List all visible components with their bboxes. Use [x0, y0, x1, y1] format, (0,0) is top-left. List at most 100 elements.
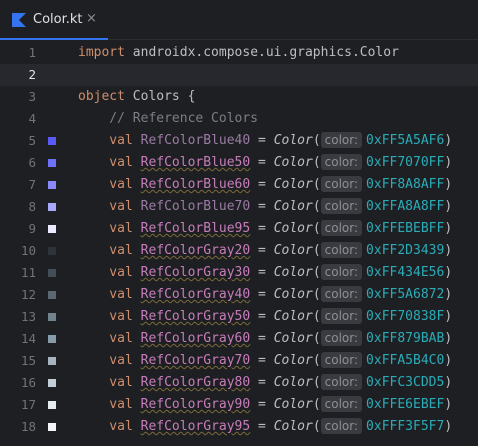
- line-number: 3: [28, 89, 36, 104]
- paren: (: [312, 199, 321, 214]
- property-name[interactable]: RefColorGray60: [141, 331, 251, 346]
- parameter-hint: color:: [320, 374, 363, 390]
- color-swatch[interactable]: [48, 401, 56, 409]
- paren: (: [312, 133, 321, 148]
- hex-value: 0xFFA8A8FF: [366, 199, 445, 214]
- property-name[interactable]: RefColorGray30: [141, 265, 251, 280]
- function-call[interactable]: Color: [274, 419, 313, 434]
- code-line[interactable]: 16 val RefColorGray80 = Color(color: 0xFF…: [0, 372, 478, 394]
- code-editor[interactable]: 1 import androidx.compose.ui.graphics.Col…: [0, 42, 478, 446]
- function-call[interactable]: Color: [274, 221, 313, 236]
- operator: =: [250, 221, 274, 236]
- color-swatch[interactable]: [48, 181, 56, 189]
- property-name[interactable]: RefColorBlue95: [141, 221, 251, 236]
- property-name[interactable]: RefColorGray50: [141, 309, 251, 324]
- property-name[interactable]: RefColorGray20: [141, 243, 251, 258]
- function-call[interactable]: Color: [274, 375, 313, 390]
- function-call[interactable]: Color: [274, 309, 313, 324]
- property-name[interactable]: RefColorBlue40: [141, 133, 251, 148]
- close-icon[interactable]: ×: [86, 11, 97, 26]
- code-line[interactable]: 15 val RefColorGray70 = Color(color: 0xFF…: [0, 350, 478, 372]
- color-swatch[interactable]: [48, 335, 56, 343]
- parameter-hint: color:: [320, 286, 363, 302]
- color-swatch[interactable]: [48, 423, 56, 431]
- paren: ): [444, 155, 453, 170]
- code-text: val RefColorGray30 = Color(color: 0xFF434…: [78, 262, 452, 284]
- paren: ): [444, 177, 453, 192]
- function-call[interactable]: Color: [274, 243, 313, 258]
- property-name[interactable]: RefColorGray40: [141, 287, 251, 302]
- color-swatch[interactable]: [48, 357, 56, 365]
- function-call[interactable]: Color: [274, 397, 313, 412]
- code-line[interactable]: 9 val RefColorBlue95 = Color(color: 0xFFE…: [0, 218, 478, 240]
- code-line[interactable]: 18 val RefColorGray95 = Color(color: 0xFF…: [0, 416, 478, 438]
- code-line[interactable]: 12 val RefColorGray40 = Color(color: 0xFF…: [0, 284, 478, 306]
- keyword: val: [78, 243, 133, 258]
- function-call[interactable]: Color: [274, 331, 313, 346]
- code-text: val RefColorGray80 = Color(color: 0xFFC3C…: [78, 372, 452, 394]
- code-text: val RefColorBlue60 = Color(color: 0xFF8A8…: [78, 174, 452, 196]
- operator: =: [250, 419, 274, 434]
- paren: ): [444, 199, 453, 214]
- line-number: 6: [28, 155, 36, 170]
- color-swatch[interactable]: [48, 159, 56, 167]
- parameter-hint: color:: [320, 242, 363, 258]
- paren: (: [312, 353, 321, 368]
- hex-value: 0xFF8A8AFF: [366, 177, 445, 192]
- code-line[interactable]: 7 val RefColorBlue60 = Color(color: 0xFF8…: [0, 174, 478, 196]
- property-name[interactable]: RefColorGray95: [141, 419, 251, 434]
- property-name[interactable]: RefColorGray70: [141, 353, 251, 368]
- tab-color-kt[interactable]: Color.kt ×: [0, 0, 108, 40]
- property-name[interactable]: RefColorBlue60: [141, 177, 251, 192]
- keyword: val: [78, 133, 133, 148]
- hex-value: 0xFFF3F5F7: [366, 419, 445, 434]
- operator: =: [250, 353, 274, 368]
- keyword: val: [78, 155, 133, 170]
- code-line[interactable]: 8 val RefColorBlue70 = Color(color: 0xFFA…: [0, 196, 478, 218]
- function-call[interactable]: Color: [274, 199, 313, 214]
- code-line[interactable]: 2: [0, 64, 478, 86]
- code-line[interactable]: 11 val RefColorGray30 = Color(color: 0xFF…: [0, 262, 478, 284]
- code-line[interactable]: 4 // Reference Colors: [0, 108, 478, 130]
- function-call[interactable]: Color: [274, 353, 313, 368]
- color-swatch[interactable]: [48, 137, 56, 145]
- paren: (: [312, 155, 321, 170]
- color-swatch[interactable]: [48, 379, 56, 387]
- code-segment: androidx.compose.ui.graphics.Color: [124, 45, 399, 60]
- function-call[interactable]: Color: [274, 287, 313, 302]
- code-line[interactable]: 6 val RefColorBlue50 = Color(color: 0xFF7…: [0, 152, 478, 174]
- code-line[interactable]: 1 import androidx.compose.ui.graphics.Col…: [0, 42, 478, 64]
- code-line[interactable]: 17 val RefColorGray90 = Color(color: 0xFF…: [0, 394, 478, 416]
- function-call[interactable]: Color: [274, 177, 313, 192]
- code-line[interactable]: 10 val RefColorGray20 = Color(color: 0xFF…: [0, 240, 478, 262]
- color-swatch[interactable]: [48, 313, 56, 321]
- code-text: // Reference Colors: [78, 108, 258, 130]
- parameter-hint: color:: [320, 352, 363, 368]
- property-name[interactable]: RefColorGray80: [141, 375, 251, 390]
- code-line[interactable]: 13 val RefColorGray50 = Color(color: 0xFF…: [0, 306, 478, 328]
- function-call[interactable]: Color: [274, 265, 313, 280]
- color-swatch[interactable]: [48, 225, 56, 233]
- code-line[interactable]: 3 object Colors {: [0, 86, 478, 108]
- keyword: val: [78, 221, 133, 236]
- code-line[interactable]: 5 val RefColorBlue40 = Color(color: 0xFF5…: [0, 130, 478, 152]
- color-swatch[interactable]: [48, 203, 56, 211]
- property-name[interactable]: RefColorBlue70: [141, 199, 251, 214]
- code-text: val RefColorGray20 = Color(color: 0xFF2D3…: [78, 240, 452, 262]
- color-swatch[interactable]: [48, 291, 56, 299]
- line-number: 4: [28, 111, 36, 126]
- function-call[interactable]: Color: [274, 155, 313, 170]
- color-swatch[interactable]: [48, 247, 56, 255]
- function-call[interactable]: Color: [274, 133, 313, 148]
- code-text: object Colors {: [78, 86, 195, 108]
- code-line[interactable]: 14 val RefColorGray60 = Color(color: 0xFF…: [0, 328, 478, 350]
- color-swatch[interactable]: [48, 269, 56, 277]
- line-number: 18: [20, 419, 36, 434]
- property-name[interactable]: RefColorBlue50: [141, 155, 251, 170]
- property-name[interactable]: RefColorGray90: [141, 397, 251, 412]
- keyword: import: [78, 45, 125, 60]
